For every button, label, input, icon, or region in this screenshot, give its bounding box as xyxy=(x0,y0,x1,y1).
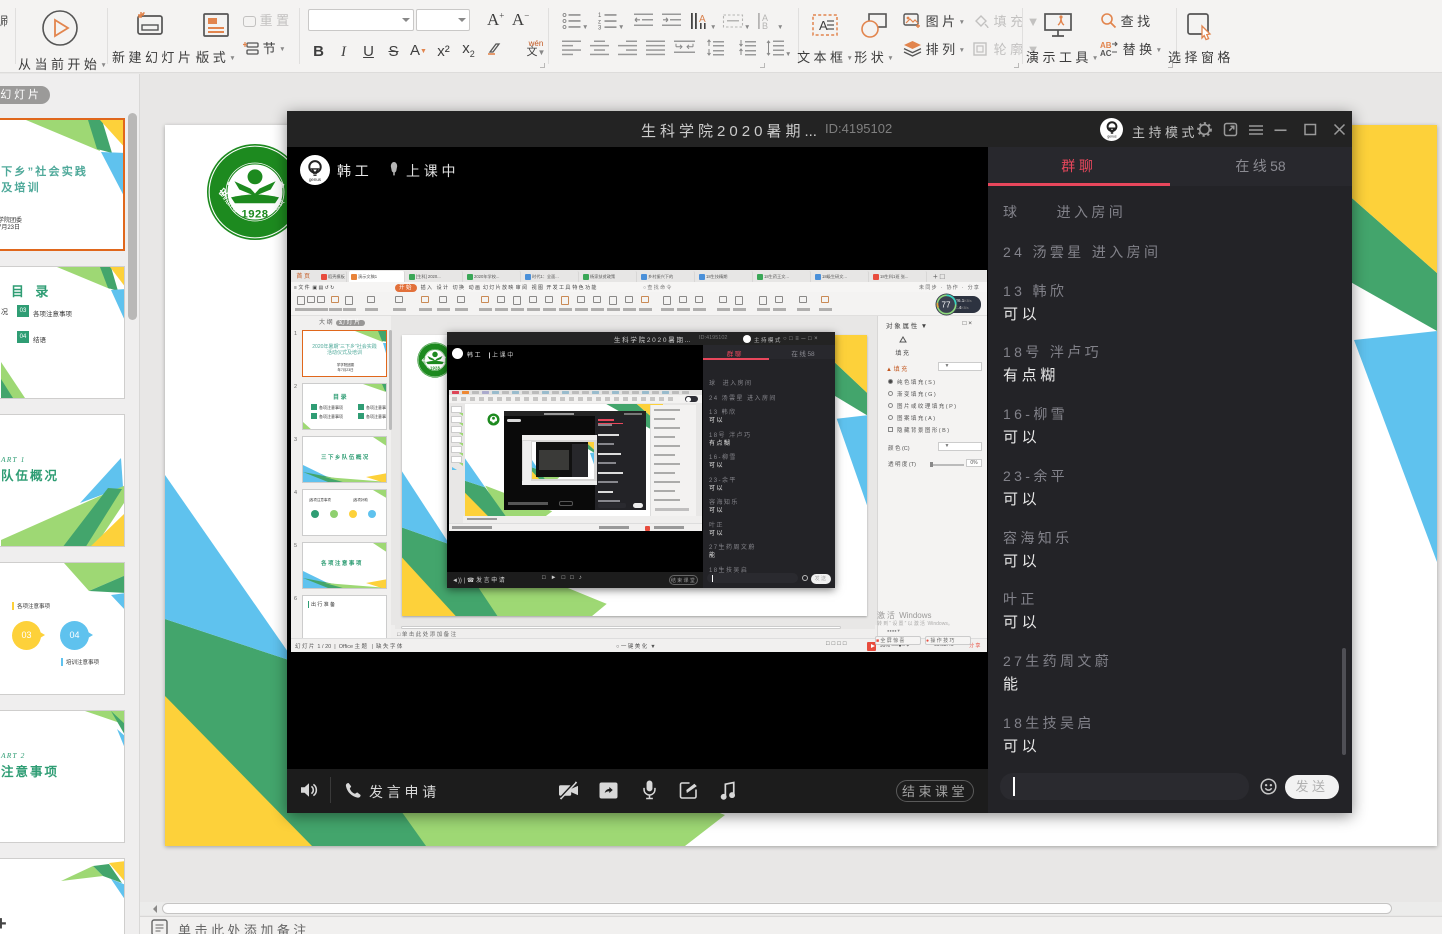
svg-text:genus: genus xyxy=(309,176,322,181)
svg-text:z: z xyxy=(598,19,601,25)
svg-text:B: B xyxy=(762,21,768,31)
svg-text:1928: 1928 xyxy=(241,208,268,220)
svg-text:77: 77 xyxy=(942,301,951,310)
svg-text:1928: 1928 xyxy=(430,365,440,370)
svg-text:1: 1 xyxy=(598,13,602,19)
svg-text:AC: AC xyxy=(1100,49,1112,57)
svg-text:3: 3 xyxy=(598,25,602,31)
svg-text:genus: genus xyxy=(1107,134,1117,138)
svg-text:A: A xyxy=(819,18,828,33)
